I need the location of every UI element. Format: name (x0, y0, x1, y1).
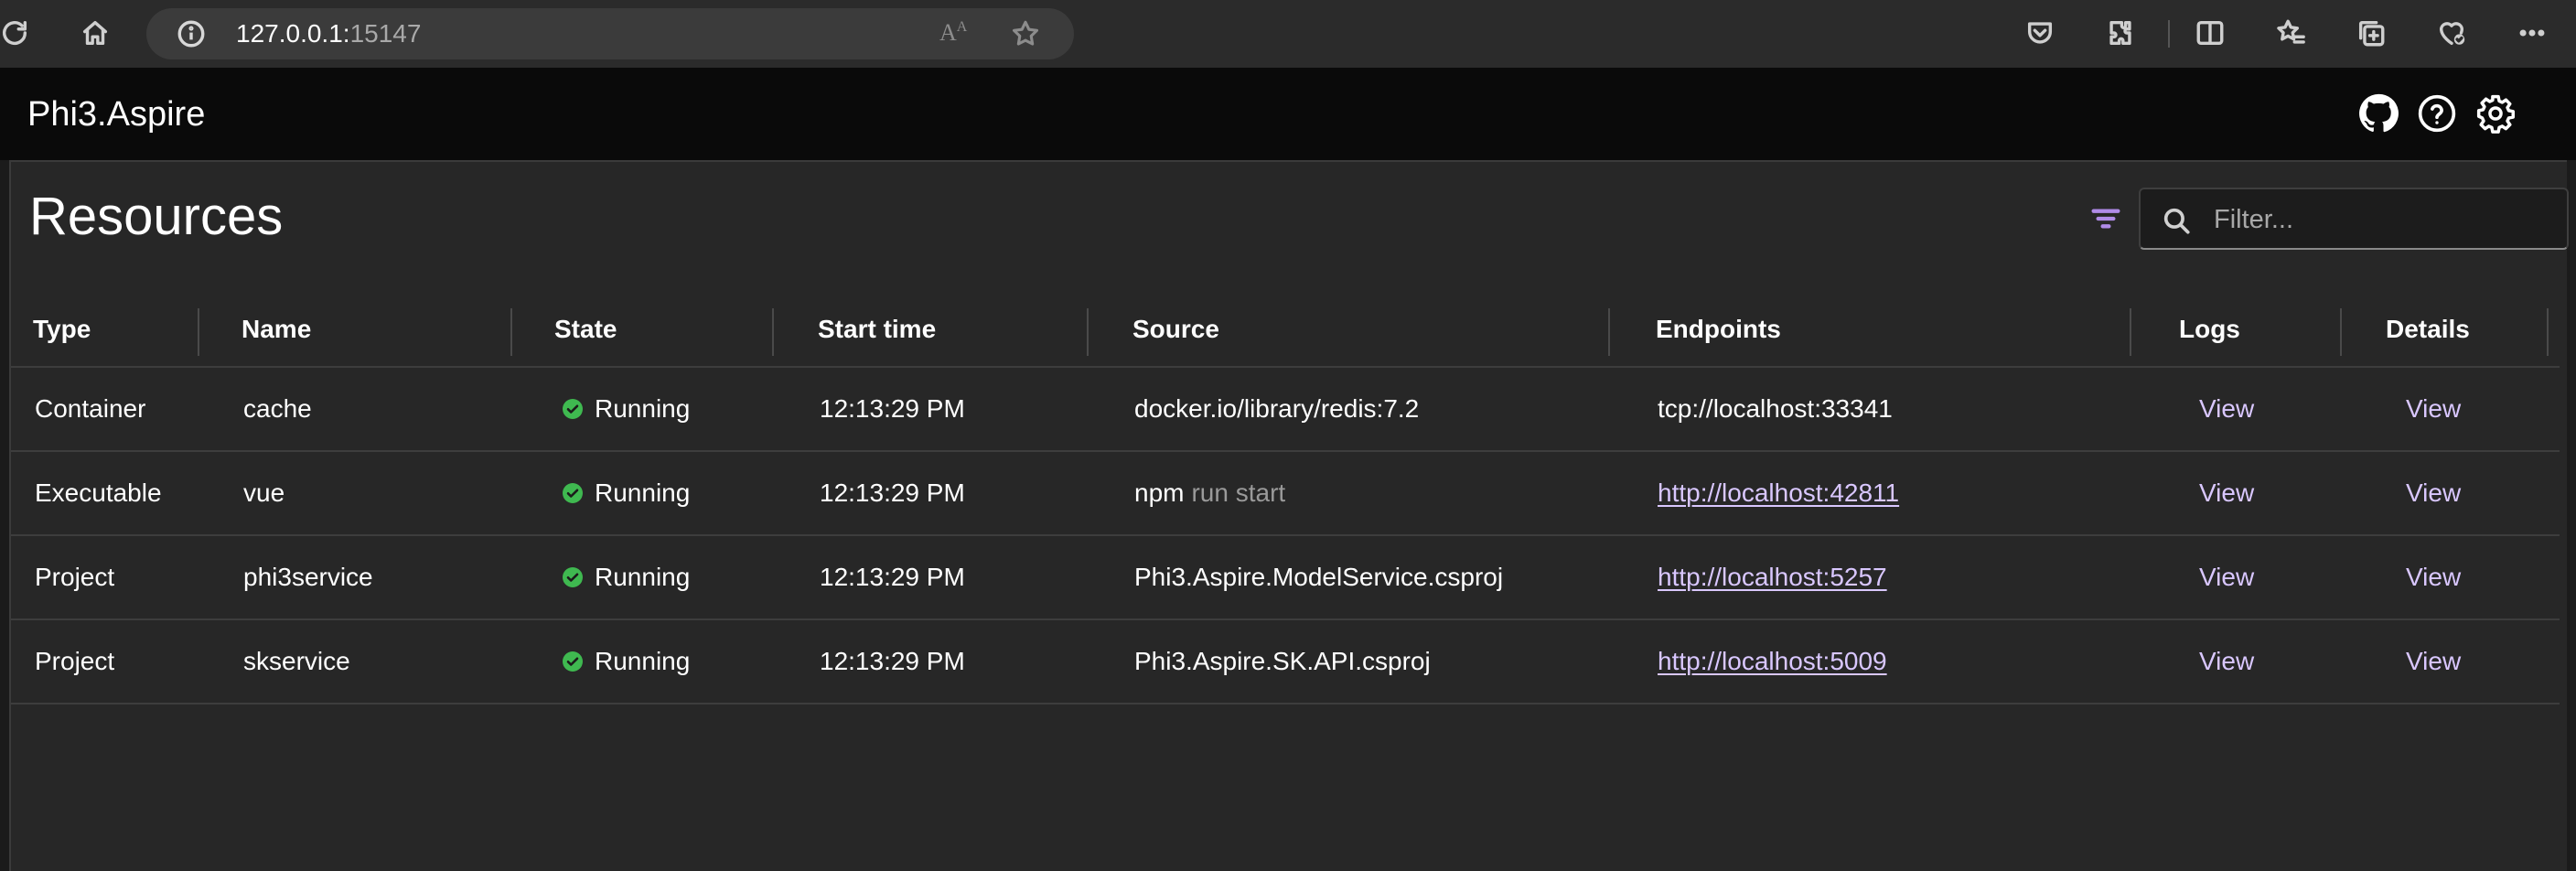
app-header: Phi3.Aspire (0, 68, 2576, 160)
cell-start-time: 12:13:29 PM (820, 647, 965, 675)
column-resize-handle[interactable] (198, 308, 199, 356)
state-label: Running (595, 394, 691, 423)
app-title[interactable]: Phi3.Aspire (27, 95, 205, 134)
refresh-icon[interactable] (0, 13, 35, 53)
column-header-source[interactable]: Source (1132, 290, 1219, 368)
column-resize-handle[interactable] (772, 308, 774, 356)
cell-source: docker.io/library/redis:7.2 (1134, 368, 1426, 450)
cell-start-time: 12:13:29 PM (820, 563, 965, 591)
site-info-icon[interactable] (176, 18, 207, 49)
logs-view-link[interactable]: View (2199, 620, 2254, 703)
github-icon[interactable] (2356, 91, 2400, 135)
cell-source: npm run start (1134, 452, 1285, 534)
state-label: Running (595, 479, 691, 507)
browser-toolbar: 127.0.0.1:15147 AA (0, 0, 2576, 68)
source-text: npm (1134, 479, 1185, 507)
page-title: Resources (29, 187, 284, 246)
cell-start-time: 12:13:29 PM (820, 479, 965, 507)
table-row[interactable]: Executable vue Running 12:13:29 PM npm ru… (11, 452, 2560, 536)
cell-type: Project (35, 563, 115, 591)
extensions-icon[interactable] (2100, 13, 2141, 53)
column-header-type[interactable]: Type (33, 290, 91, 368)
column-resize-handle[interactable] (2340, 308, 2342, 356)
running-check-icon (563, 567, 583, 587)
resources-grid: Type Name State Start time Source Endpoi… (11, 290, 2560, 704)
column-header-logs[interactable]: Logs (2179, 290, 2240, 368)
cell-state: Running (562, 620, 690, 703)
read-aloud-icon[interactable]: AA (939, 19, 967, 47)
column-resize-handle[interactable] (1087, 308, 1089, 356)
table-row[interactable]: Project skservice Running 12:13:29 PM Ph… (11, 620, 2560, 704)
address-bar[interactable]: 127.0.0.1:15147 AA (146, 8, 1074, 59)
cell-name: cache (243, 394, 312, 423)
logs-view-link[interactable]: View (2199, 452, 2254, 534)
state-label: Running (595, 563, 691, 591)
details-view-link[interactable]: View (2406, 620, 2461, 703)
state-label: Running (595, 647, 691, 675)
resources-panel: Resources Type Name State Start time Sou… (9, 160, 2569, 871)
cell-type: Executable (35, 479, 162, 507)
running-check-icon (563, 651, 583, 672)
search-icon (2161, 205, 2192, 236)
logs-view-link[interactable]: View (2199, 536, 2254, 618)
cell-name: vue (243, 479, 285, 507)
column-resize-handle[interactable] (510, 308, 512, 356)
url-text[interactable]: 127.0.0.1:15147 (236, 21, 421, 47)
cell-endpoint: http://localhost:5009 (1658, 620, 1887, 703)
more-options-icon[interactable] (2512, 13, 2552, 53)
column-resize-handle[interactable] (2130, 308, 2131, 356)
cell-state: Running (562, 536, 690, 618)
collections-icon[interactable] (2351, 13, 2391, 53)
logs-view-link[interactable]: View (2199, 368, 2254, 450)
endpoint-link[interactable]: http://localhost:5257 (1658, 563, 1887, 592)
column-header-name[interactable]: Name (242, 290, 311, 368)
column-header-state[interactable]: State (554, 290, 617, 368)
cell-type: Container (35, 394, 146, 423)
column-header-start-time[interactable]: Start time (818, 290, 936, 368)
table-row[interactable]: Project phi3service Running 12:13:29 PM … (11, 536, 2560, 620)
source-args: run start (1191, 479, 1286, 507)
endpoint-link[interactable]: http://localhost:42811 (1658, 479, 1899, 508)
table-row[interactable]: Container cache Running 12:13:29 PM dock… (11, 368, 2560, 452)
filter-search-box[interactable] (2139, 188, 2569, 250)
cell-source: Phi3.Aspire.SK.API.csproj (1134, 620, 1438, 703)
url-host: 127.0.0.1: (236, 19, 350, 48)
browser-essentials-icon[interactable] (2431, 13, 2472, 53)
column-resize-handle[interactable] (2547, 308, 2549, 356)
cell-state: Running (562, 452, 690, 534)
details-view-link[interactable]: View (2406, 536, 2461, 618)
source-text: docker.io/library/redis:7.2 (1134, 394, 1420, 423)
pocket-icon[interactable] (2020, 13, 2060, 53)
help-icon[interactable] (2415, 91, 2459, 135)
cell-name: skservice (243, 647, 350, 675)
grid-header-row: Type Name State Start time Source Endpoi… (11, 290, 2560, 368)
source-text: Phi3.Aspire.SK.API.csproj (1134, 647, 1431, 675)
column-header-endpoints[interactable]: Endpoints (1656, 290, 1781, 368)
favorites-icon[interactable] (2270, 13, 2311, 53)
running-check-icon (563, 399, 583, 419)
cell-source: Phi3.Aspire.ModelService.csproj (1134, 536, 1510, 618)
split-screen-icon[interactable] (2190, 13, 2230, 53)
toolbar-divider (2168, 20, 2170, 48)
filter-icon[interactable] (2088, 200, 2124, 237)
source-text: Phi3.Aspire.ModelService.csproj (1134, 563, 1504, 591)
filter-input[interactable] (2214, 199, 2552, 241)
favorite-star-icon[interactable] (1010, 18, 1041, 49)
details-view-link[interactable]: View (2406, 368, 2461, 450)
cell-name: phi3service (243, 563, 373, 591)
endpoint-link[interactable]: http://localhost:5009 (1658, 647, 1887, 676)
cell-endpoint: http://localhost:42811 (1658, 452, 1899, 534)
url-port: 15147 (349, 19, 422, 48)
cell-endpoint: tcp://localhost:33341 (1658, 394, 1893, 423)
cell-state: Running (562, 368, 690, 450)
details-view-link[interactable]: View (2406, 452, 2461, 534)
settings-gear-icon[interactable] (2474, 91, 2517, 135)
cell-endpoint: http://localhost:5257 (1658, 536, 1887, 618)
running-check-icon (563, 483, 583, 503)
cell-type: Project (35, 647, 115, 675)
column-header-details[interactable]: Details (2386, 290, 2470, 368)
cell-start-time: 12:13:29 PM (820, 394, 965, 423)
home-icon[interactable] (75, 13, 115, 53)
column-resize-handle[interactable] (1608, 308, 1610, 356)
